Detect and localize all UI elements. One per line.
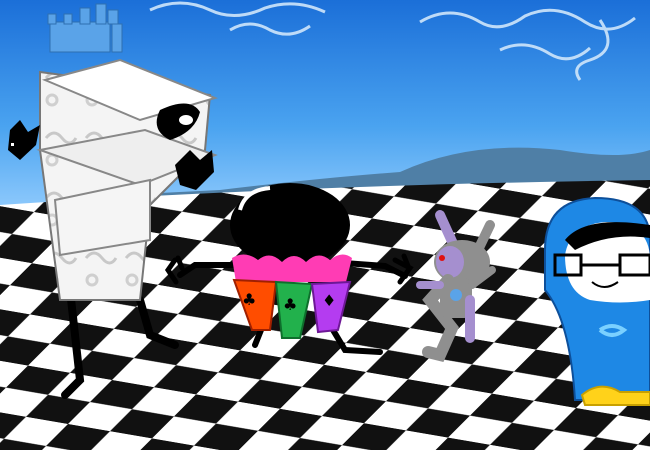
pink-ruffle-collar xyxy=(232,254,352,282)
club-suit-icon: ♣ xyxy=(242,290,256,309)
scene-canvas: ♣ ♣ ♦ xyxy=(0,0,650,450)
club-suit-icon: ♣ xyxy=(283,295,297,314)
diamond-suit-icon: ♦ xyxy=(322,291,336,310)
game-scene: ♣ ♣ ♦ xyxy=(0,0,650,450)
